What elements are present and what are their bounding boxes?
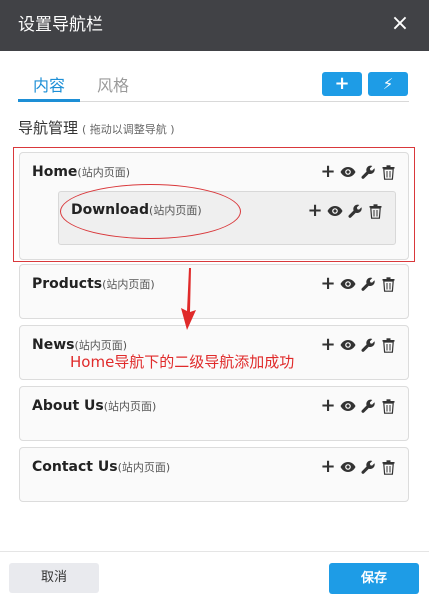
nav-item-name: Products — [32, 276, 103, 292]
trash-icon[interactable] — [380, 458, 396, 476]
add-child-icon[interactable]: + — [320, 458, 336, 476]
section-heading: 导航管理 — [18, 119, 79, 137]
add-nav-button[interactable]: + — [322, 72, 362, 96]
wrench-icon[interactable] — [360, 397, 376, 415]
cancel-button[interactable]: 取消 — [9, 563, 99, 593]
nav-item-contact-us[interactable]: Contact Us(站内页面) + — [19, 447, 409, 502]
tab-content[interactable]: 内容 — [18, 74, 80, 102]
annotation-arrow-icon — [181, 268, 196, 330]
dialog-footer: 取消 保存 — [0, 551, 429, 604]
quick-action-button[interactable]: ⚡ — [368, 72, 408, 96]
wrench-icon[interactable] — [360, 458, 376, 476]
close-icon[interactable]: × — [387, 11, 413, 37]
annotation-text: Home导航下的二级导航添加成功 — [70, 353, 295, 371]
add-child-icon[interactable]: + — [320, 336, 336, 354]
section-hint: ( 拖动以调整导航 ) — [82, 123, 175, 136]
nav-item-name: About Us — [32, 398, 104, 414]
lightning-icon: ⚡ — [382, 75, 394, 93]
nav-item-actions: + — [320, 275, 396, 293]
eye-icon[interactable] — [340, 275, 356, 293]
dialog-titlebar: 设置导航栏 × — [0, 0, 429, 51]
eye-icon[interactable] — [340, 458, 356, 476]
nav-item-about-us[interactable]: About Us(站内页面) + — [19, 386, 409, 441]
trash-icon[interactable] — [380, 397, 396, 415]
nav-item-actions: + — [320, 397, 396, 415]
nav-item-type: (站内页面) — [117, 461, 171, 474]
trash-icon[interactable] — [380, 336, 396, 354]
nav-item-type: (站内页面) — [103, 400, 157, 413]
plus-icon: + — [334, 73, 350, 94]
nav-item-name: Contact Us — [32, 459, 118, 475]
add-child-icon[interactable]: + — [320, 397, 336, 415]
dialog-title: 设置导航栏 — [18, 15, 103, 35]
wrench-icon[interactable] — [360, 336, 376, 354]
nav-item-actions: + — [320, 336, 396, 354]
eye-icon[interactable] — [340, 336, 356, 354]
wrench-icon[interactable] — [360, 275, 376, 293]
section-title: 导航管理( 拖动以调整导航 ) — [18, 118, 175, 140]
trash-icon[interactable] — [380, 275, 396, 293]
nav-item-label: About Us(站内页面) — [32, 398, 156, 414]
tab-style[interactable]: 风格 — [97, 74, 129, 102]
nav-item-name: News — [32, 337, 75, 353]
nav-item-products[interactable]: Products(站内页面) + — [19, 264, 409, 319]
nav-item-label: Contact Us(站内页面) — [32, 459, 170, 475]
save-button[interactable]: 保存 — [329, 563, 419, 594]
nav-item-actions: + — [320, 458, 396, 476]
annotation-ellipse — [60, 184, 241, 239]
nav-item-type: (站内页面) — [102, 278, 155, 291]
add-child-icon[interactable]: + — [320, 275, 336, 293]
nav-item-label: Products(站内页面) — [32, 276, 155, 292]
eye-icon[interactable] — [340, 397, 356, 415]
